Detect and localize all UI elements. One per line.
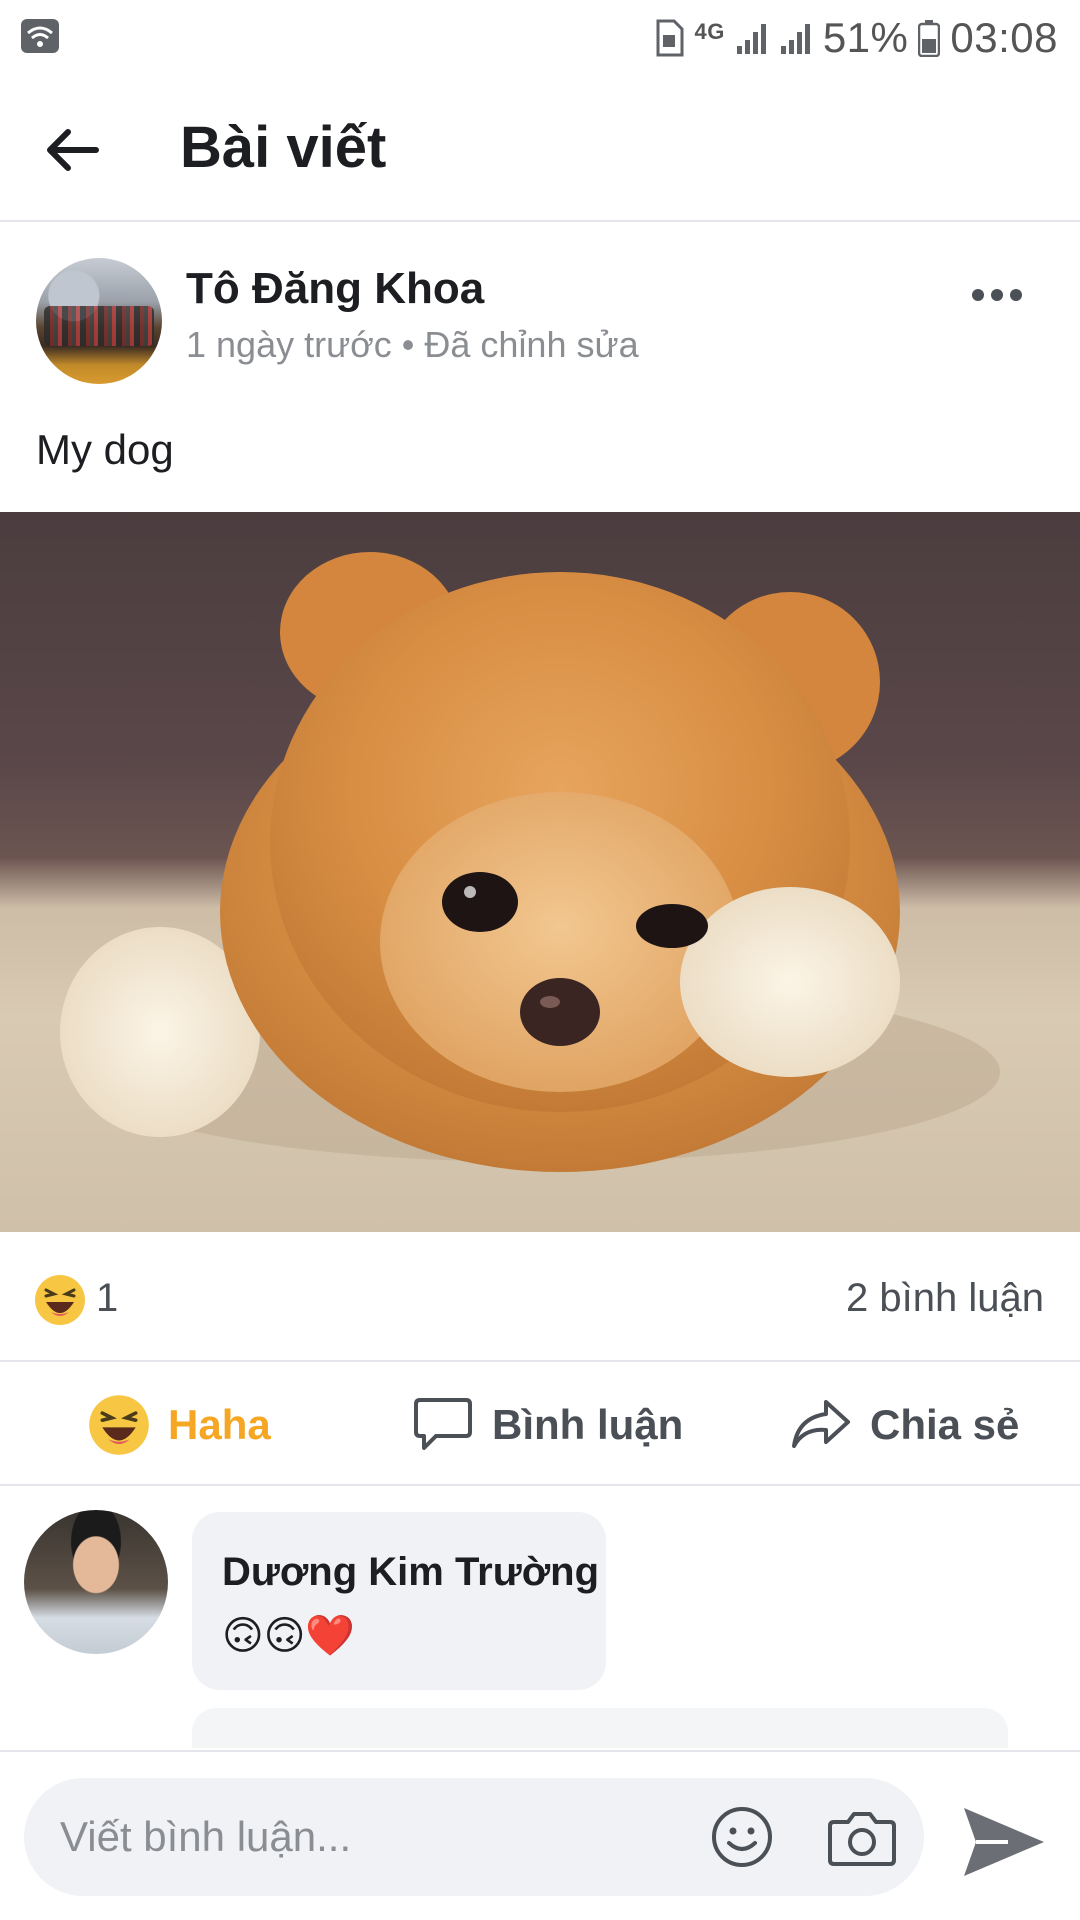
comment-bubble-icon (414, 1398, 472, 1450)
next-comment-preview (192, 1708, 1008, 1748)
commenter-avatar[interactable] (24, 1510, 168, 1654)
haha-emoji-icon[interactable] (34, 1274, 86, 1326)
comment-text: 🙃🙃❤️ (222, 1614, 356, 1658)
comment-input-container (24, 1778, 924, 1896)
haha-label: Haha (168, 1401, 271, 1448)
post-text: My dog (36, 426, 174, 473)
post-header: Tô Đăng Khoa 1 ngày trước • Đã chỉnh sửa (0, 224, 1080, 404)
haha-reaction-button[interactable]: Haha (88, 1364, 271, 1486)
wifi-icon (21, 19, 59, 53)
puppy-photo (60, 552, 1000, 1172)
comment-input[interactable] (60, 1778, 680, 1896)
sim-icon (656, 19, 684, 57)
send-icon[interactable] (958, 1802, 1048, 1882)
battery-icon (918, 20, 941, 57)
comment-count-link[interactable]: 2 bình luận (846, 1276, 1044, 1321)
signal-icon (736, 24, 766, 54)
reactions-summary: 1 2 bình luận (0, 1232, 1080, 1362)
arrow-left-icon[interactable] (40, 118, 104, 182)
camera-icon[interactable] (826, 1806, 898, 1870)
share-button[interactable]: Chia sẻ (790, 1364, 1019, 1486)
post-timestamp: 1 ngày trước • Đã chỉnh sửa (186, 324, 639, 365)
comment-composer (0, 1750, 1080, 1920)
network-type: 4G (694, 19, 725, 44)
author-avatar[interactable] (36, 258, 162, 384)
reaction-count[interactable]: 1 (96, 1276, 118, 1321)
clock: 03:08 (950, 14, 1058, 61)
app-header: Bài viết (0, 76, 1080, 222)
comment-button[interactable]: Bình luận (412, 1364, 683, 1486)
post-actions: Haha Bình luận Chia sẻ (0, 1364, 1080, 1486)
comment-label: Bình luận (492, 1401, 684, 1448)
share-arrow-icon (792, 1400, 850, 1448)
comment-bubble[interactable]: Dương Kim Trường 🙃🙃❤️ (192, 1512, 606, 1690)
haha-emoji-icon (89, 1395, 149, 1455)
post-image[interactable] (0, 512, 1080, 1232)
signal-icon (780, 24, 810, 54)
smiley-icon[interactable] (710, 1805, 774, 1869)
battery-percent: 51% (822, 14, 909, 61)
comment-author-name[interactable]: Dương Kim Trường (222, 1550, 599, 1595)
status-bar: 4G 51% 03:08 (0, 0, 1080, 76)
more-options-icon[interactable] (972, 280, 1028, 310)
page-title: Bài viết (180, 115, 387, 180)
share-label: Chia sẻ (870, 1401, 1020, 1448)
avatar-photo-crowd (44, 306, 154, 346)
post-author-name[interactable]: Tô Đăng Khoa (186, 264, 484, 314)
